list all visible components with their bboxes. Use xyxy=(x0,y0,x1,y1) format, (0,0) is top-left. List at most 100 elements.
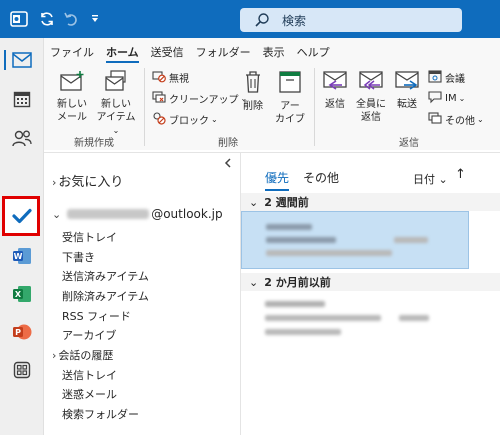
ignore-label: 無視 xyxy=(169,73,189,85)
more-respond-button[interactable]: その他 ⌄ xyxy=(428,110,484,128)
folder-drafts[interactable]: 下書き xyxy=(62,249,95,265)
reply-all-button[interactable]: 全員に 返信 xyxy=(354,70,388,124)
folder-search-folders[interactable]: 検索フォルダー xyxy=(62,406,139,422)
archive-button[interactable]: アー カイブ xyxy=(272,70,308,126)
account-name-redacted xyxy=(67,209,150,219)
sort-dropdown[interactable]: 日付 ⌄ xyxy=(413,171,448,187)
archive-icon xyxy=(272,70,308,98)
more-respond-label: その他 xyxy=(445,115,475,127)
meeting-button[interactable]: 会議 xyxy=(428,68,465,86)
meeting-label: 会議 xyxy=(445,73,465,85)
chevron-down-icon: ⌄ xyxy=(249,195,259,209)
forward-icon xyxy=(392,70,422,96)
folder-inbox[interactable]: 受信トレイ xyxy=(62,229,117,245)
folder-deleted-items[interactable]: 削除済みアイテム xyxy=(62,288,149,304)
date-redacted xyxy=(394,237,428,243)
delete-button[interactable]: 削除 xyxy=(238,70,268,113)
delete-group-label: 削除 xyxy=(218,138,238,149)
group-header-two-weeks[interactable]: ⌄ 2 週間前 xyxy=(241,193,500,211)
cleanup-icon xyxy=(152,90,166,107)
reply-all-label-1: 全員に xyxy=(356,99,386,110)
tab-help[interactable]: ヘルプ xyxy=(291,42,336,62)
tab-home[interactable]: ホーム xyxy=(100,42,145,63)
tab-other[interactable]: その他 xyxy=(303,169,339,186)
search-box[interactable]: 検索 xyxy=(240,8,462,32)
powerpoint-icon[interactable]: P xyxy=(7,318,37,346)
folder-outbox[interactable]: 送信トレイ xyxy=(62,367,117,383)
word-icon[interactable]: W xyxy=(7,242,37,270)
chevron-down-icon: ⌄ xyxy=(52,207,62,221)
ignore-icon xyxy=(152,69,166,86)
ribbon-separator xyxy=(314,68,315,146)
favorites-section[interactable]: › お気に入り xyxy=(52,171,123,190)
group-label-two-months: 2 か月前以前 xyxy=(264,276,331,289)
new-item-label-2: アイテム xyxy=(96,112,136,123)
delete-label: 削除 xyxy=(243,101,263,112)
subject-redacted xyxy=(266,237,336,243)
block-icon xyxy=(152,111,166,128)
message-list: 優先 その他 日付 ⌄ ↑ ⌄ 2 週間前 ⌄ 2 か月前以前 xyxy=(240,152,500,435)
archive-label-2: カイブ xyxy=(275,114,305,125)
apps-grid-icon[interactable] xyxy=(7,356,37,384)
reply-all-label-2: 返信 xyxy=(361,112,381,123)
todo-icon[interactable] xyxy=(7,202,37,230)
ribbon: ファイル ホーム 送受信 フォルダー 表示 ヘルプ 新しい メール 新しい アイ… xyxy=(44,38,500,150)
ignore-button[interactable]: 無視 xyxy=(152,68,189,86)
sort-label: 日付 xyxy=(413,173,435,186)
cleanup-button[interactable]: クリーンアップ ⌄ xyxy=(152,89,247,107)
svg-text:P: P xyxy=(15,328,21,337)
folder-conversation-history[interactable]: › 会話の履歴 xyxy=(52,347,113,363)
folder-sent-items[interactable]: 送信済みアイテム xyxy=(62,268,149,284)
ribbon-separator xyxy=(144,68,145,146)
account-suffix: @outlook.jp xyxy=(151,207,223,221)
reply-group-label: 返信 xyxy=(399,138,419,149)
block-button[interactable]: ブロック ⌄ xyxy=(152,110,218,128)
reply-button[interactable]: 返信 xyxy=(320,70,350,111)
new-item-label-1: 新しい xyxy=(101,99,131,110)
new-mail-label-1: 新しい xyxy=(57,99,87,110)
excel-icon[interactable]: X xyxy=(7,280,37,308)
im-button[interactable]: IM ⌄ xyxy=(428,89,465,107)
subject-redacted xyxy=(265,315,381,321)
tab-file[interactable]: ファイル xyxy=(44,42,100,62)
tab-focused[interactable]: 優先 xyxy=(265,169,290,191)
favorites-label: お気に入り xyxy=(58,175,124,190)
folder-rss-feeds[interactable]: RSS フィード xyxy=(62,308,131,324)
search-placeholder: 検索 xyxy=(282,14,307,28)
people-icon[interactable] xyxy=(7,124,37,152)
active-app-indicator xyxy=(4,50,6,70)
folder-archive[interactable]: アーカイブ xyxy=(62,327,116,343)
chevron-right-icon: › xyxy=(52,349,57,362)
collapse-folder-pane-icon[interactable] xyxy=(224,158,232,171)
sort-direction-icon[interactable]: ↑ xyxy=(455,167,466,182)
new-item-icon xyxy=(94,70,138,96)
account-header[interactable]: ⌄ @outlook.jp xyxy=(52,207,223,221)
calendar-icon[interactable] xyxy=(7,85,37,113)
new-mail-label-2: メール xyxy=(57,112,87,123)
sender-redacted xyxy=(265,301,325,307)
list-item[interactable] xyxy=(241,293,469,351)
folder-junk-email[interactable]: 迷惑メール xyxy=(62,386,117,402)
chat-icon xyxy=(428,90,442,107)
list-item[interactable] xyxy=(241,211,469,269)
tab-folder[interactable]: フォルダー xyxy=(190,42,257,62)
preview-redacted xyxy=(265,329,341,335)
tab-send-receive[interactable]: 送受信 xyxy=(145,42,190,62)
new-mail-button[interactable]: 新しい メール xyxy=(54,70,90,124)
title-bar: 検索 xyxy=(0,0,500,38)
mail-icon[interactable] xyxy=(7,46,37,74)
sync-icon[interactable] xyxy=(36,8,58,30)
undo-icon[interactable] xyxy=(60,8,82,30)
new-item-button[interactable]: 新しい アイテム ⌄ xyxy=(94,70,138,137)
outlook-app-icon xyxy=(8,8,30,30)
forward-button[interactable]: 転送 xyxy=(392,70,422,111)
message-list-scrollbar[interactable] xyxy=(493,211,499,433)
quick-access-dropdown-icon[interactable] xyxy=(84,8,106,30)
tab-view[interactable]: 表示 xyxy=(257,42,291,62)
new-group-label: 新規作成 xyxy=(74,138,114,149)
group-header-two-months[interactable]: ⌄ 2 か月前以前 xyxy=(241,273,500,291)
reply-icon xyxy=(320,70,350,96)
cleanup-label: クリーンアップ xyxy=(169,94,239,106)
reply-all-icon xyxy=(354,70,388,96)
new-mail-icon xyxy=(54,70,90,96)
